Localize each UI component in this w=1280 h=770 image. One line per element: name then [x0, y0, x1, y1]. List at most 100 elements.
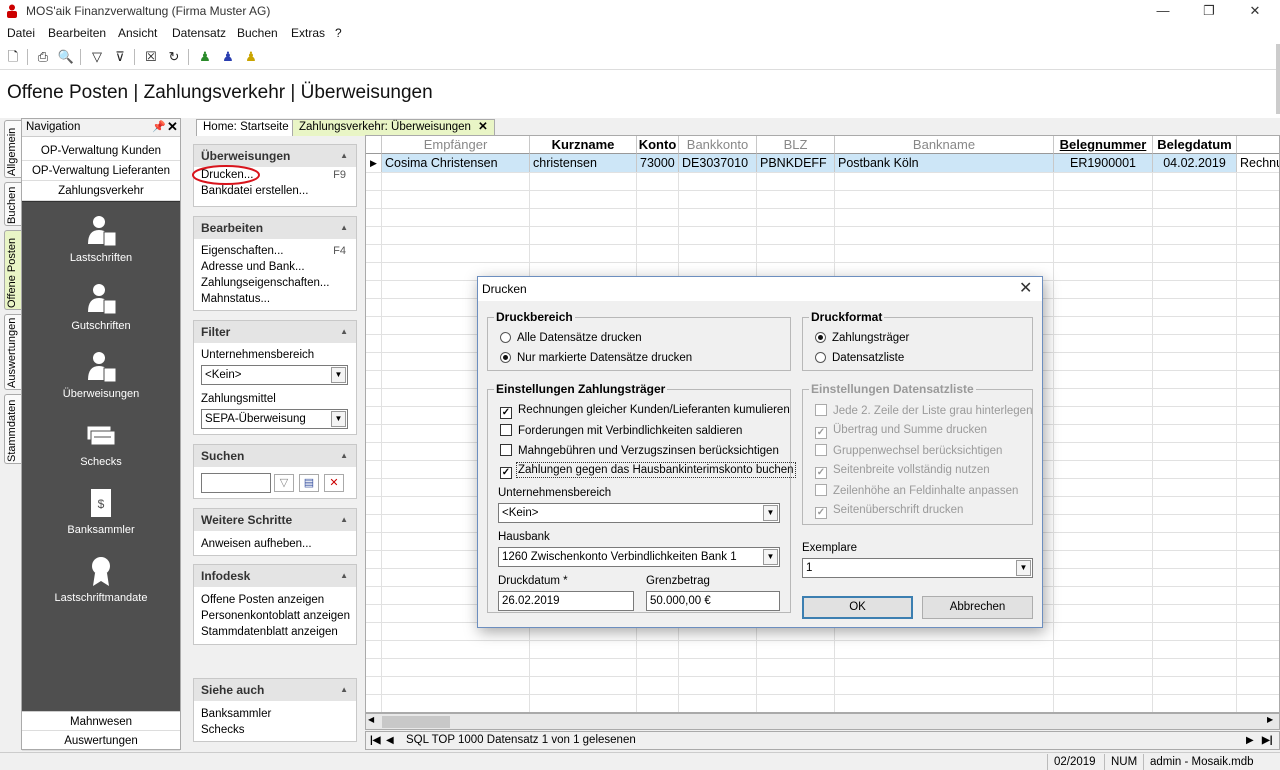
cell[interactable]: DE3037010 — [679, 154, 757, 172]
outer-scrollbar[interactable] — [1276, 44, 1280, 114]
nav-auswertungen[interactable]: Auswertungen — [22, 731, 180, 751]
radio-zahlungstraeger[interactable]: Zahlungsträger — [815, 332, 909, 344]
tab-home[interactable]: Home: Startseite — [196, 119, 296, 136]
filter-zm-select[interactable]: SEPA-Überweisung ▼ — [201, 409, 348, 429]
ok-button[interactable]: OK — [802, 596, 913, 619]
search-input[interactable] — [201, 473, 271, 493]
menu-buchen[interactable]: Buchen — [237, 26, 278, 40]
column-header[interactable]: Bankname — [835, 136, 1054, 154]
column-header[interactable]: Belegdatum — [1153, 136, 1237, 154]
checkbox-seitenueberschrift[interactable]: ✓ Seitenüberschrift drucken — [815, 504, 963, 519]
print-icon[interactable]: ⎙ — [33, 47, 53, 67]
column-header[interactable]: Belegnummer — [1054, 136, 1153, 154]
task-anweisen-aufheben[interactable]: Anweisen aufheben... — [194, 536, 356, 552]
user-green-icon[interactable]: ♟ — [195, 47, 215, 67]
close-window-button[interactable]: ✕ — [1232, 0, 1278, 22]
menu-extras[interactable]: Extras — [291, 26, 325, 40]
cancel-button[interactable]: Abbrechen — [922, 596, 1033, 619]
checkbox-kumulieren[interactable]: ✓ Rechnungen gleicher Kunden/Lieferanten … — [500, 404, 790, 419]
collapse-icon[interactable]: ▲ — [340, 679, 348, 701]
user-lock-icon[interactable]: ♟ — [241, 47, 261, 67]
task-adresse[interactable]: Adresse und Bank... — [194, 259, 356, 275]
radio-alle-datensaetze[interactable]: Alle Datensätze drucken — [500, 332, 642, 344]
filter-search-icon[interactable]: ▽ — [274, 474, 294, 492]
checkbox-zeilenhoehe[interactable]: Zeilenhöhe an Feldinhalte anpassen — [815, 484, 1018, 497]
preview-icon[interactable]: 🔍 — [56, 47, 76, 67]
nav-zahlungsverkehr[interactable]: Zahlungsverkehr — [22, 181, 180, 201]
vtab-buchen[interactable]: Buchen — [4, 182, 22, 226]
cell[interactable]: ER1900001 — [1054, 154, 1153, 172]
nav-mahnwesen[interactable]: Mahnwesen — [22, 711, 180, 731]
close-icon[interactable]: ✕ — [1019, 278, 1032, 298]
cell[interactable]: 04.02.2019 — [1153, 154, 1237, 172]
task-bankdatei[interactable]: Bankdatei erstellen... — [194, 183, 356, 199]
checkbox-saldieren[interactable]: Forderungen mit Verbindlichkeiten saldie… — [500, 424, 742, 437]
minimize-button[interactable]: — — [1140, 0, 1186, 22]
exemplare-select[interactable]: 1 ▼ — [802, 558, 1033, 578]
task-drucken[interactable]: Drucken... F9 — [192, 165, 356, 185]
last-record-icon[interactable]: ▶| — [1262, 732, 1273, 749]
menu-datei[interactable]: Datei — [7, 26, 35, 40]
vtab-offene-posten[interactable]: Offene Posten — [4, 230, 22, 310]
new-icon[interactable]: 🗋 — [3, 47, 23, 67]
vtab-auswertungen[interactable]: Auswertungen — [4, 314, 22, 390]
nav-op-lieferanten[interactable]: OP-Verwaltung Lieferanten — [22, 161, 180, 181]
hausbank-select[interactable]: 1260 Zwischenkonto Verbindlichkeiten Ban… — [498, 547, 780, 567]
task-zahlungseigenschaften[interactable]: Zahlungseigenschaften... — [194, 275, 356, 291]
close-doc-icon[interactable]: ☒ — [141, 47, 161, 67]
menu-ansicht[interactable]: Ansicht — [118, 26, 157, 40]
menu-help[interactable]: ? — [335, 26, 342, 40]
filter-icon[interactable]: ▽ — [87, 47, 107, 67]
vtab-stammdaten[interactable]: Stammdaten — [4, 394, 22, 464]
checkbox-mahngebuehren[interactable]: Mahngebühren und Verzugszinsen berücksic… — [500, 444, 779, 457]
column-header[interactable]: Kurzname — [530, 136, 637, 154]
cell[interactable]: 73000 — [637, 154, 679, 172]
nav-lastschriftmandate[interactable]: Lastschriftmandate — [22, 554, 180, 604]
task-op-anzeigen[interactable]: Offene Posten anzeigen — [194, 592, 356, 608]
scroll-thumb[interactable] — [382, 716, 450, 728]
checkbox-gruppenwechsel[interactable]: Gruppenwechsel berücksichtigen — [815, 444, 1002, 457]
scroll-right-icon[interactable]: ▶ — [1267, 715, 1273, 724]
collapse-icon[interactable]: ▲ — [340, 445, 348, 467]
vtab-allgemein[interactable]: Allgemein — [4, 120, 22, 178]
column-header[interactable]: BLZ — [757, 136, 835, 154]
cell[interactable]: christensen — [530, 154, 637, 172]
nav-lastschriften[interactable]: Lastschriften — [22, 214, 180, 264]
collapse-icon[interactable]: ▲ — [340, 509, 348, 531]
druckdatum-input[interactable]: 26.02.2019 — [498, 591, 634, 611]
radio-markierte-datensaetze[interactable]: Nur markierte Datensätze drucken — [500, 352, 692, 364]
task-banksammler[interactable]: Banksammler — [194, 706, 356, 722]
column-header[interactable]: Empfänger — [382, 136, 530, 154]
nav-gutschriften[interactable]: Gutschriften — [22, 282, 180, 332]
scroll-left-icon[interactable]: ◀ — [368, 715, 374, 724]
nav-op-kunden[interactable]: OP-Verwaltung Kunden — [22, 141, 180, 161]
checkbox-zeile-grau[interactable]: Jede 2. Zeile der Liste grau hinterlegen — [815, 404, 1032, 417]
tab-zahlungsverkehr[interactable]: Zahlungsverkehr: Überweisungen ✕ — [292, 119, 495, 136]
task-mahnstatus[interactable]: Mahnstatus... — [194, 291, 356, 307]
cell[interactable]: Rechnu — [1237, 154, 1279, 172]
radio-datensatzliste[interactable]: Datensatzliste — [815, 352, 904, 364]
menu-datensatz[interactable]: Datensatz — [172, 26, 226, 40]
close-tab-icon[interactable]: ✕ — [478, 121, 488, 133]
checkbox-seitenbreite[interactable]: ✓ Seitenbreite vollständig nutzen — [815, 464, 990, 479]
cell[interactable]: PBNKDEFF — [757, 154, 835, 172]
next-record-icon[interactable]: ▶ — [1246, 732, 1254, 749]
first-record-icon[interactable]: |◀ — [370, 732, 381, 749]
menu-bearbeiten[interactable]: Bearbeiten — [48, 26, 106, 40]
cell[interactable]: Postbank Köln — [835, 154, 1054, 172]
maximize-button[interactable]: ❐ — [1186, 0, 1232, 22]
close-icon[interactable]: ✕ — [167, 119, 178, 135]
filter-ub-select[interactable]: <Kein> ▼ — [201, 365, 348, 385]
nav-banksammler[interactable]: $ Banksammler — [22, 486, 180, 536]
ub-select[interactable]: <Kein> ▼ — [498, 503, 780, 523]
horizontal-scrollbar[interactable]: ◀ ▶ — [365, 713, 1280, 730]
checkbox-uebertrag-summe[interactable]: ✓ Übertrag und Summe drucken — [815, 424, 987, 439]
filter-remove-icon[interactable]: ✕ — [324, 474, 344, 492]
refresh-icon[interactable]: ↻ — [164, 47, 184, 67]
filter-clear-icon[interactable]: ⊽ — [110, 47, 130, 67]
nav-ueberweisungen[interactable]: Überweisungen — [22, 350, 180, 400]
task-stammdatenblatt[interactable]: Stammdatenblatt anzeigen — [194, 624, 356, 640]
column-header[interactable]: Konto — [637, 136, 679, 154]
task-personenkontoblatt[interactable]: Personenkontoblatt anzeigen — [194, 608, 356, 624]
pin-icon[interactable]: 📌 — [152, 120, 166, 133]
